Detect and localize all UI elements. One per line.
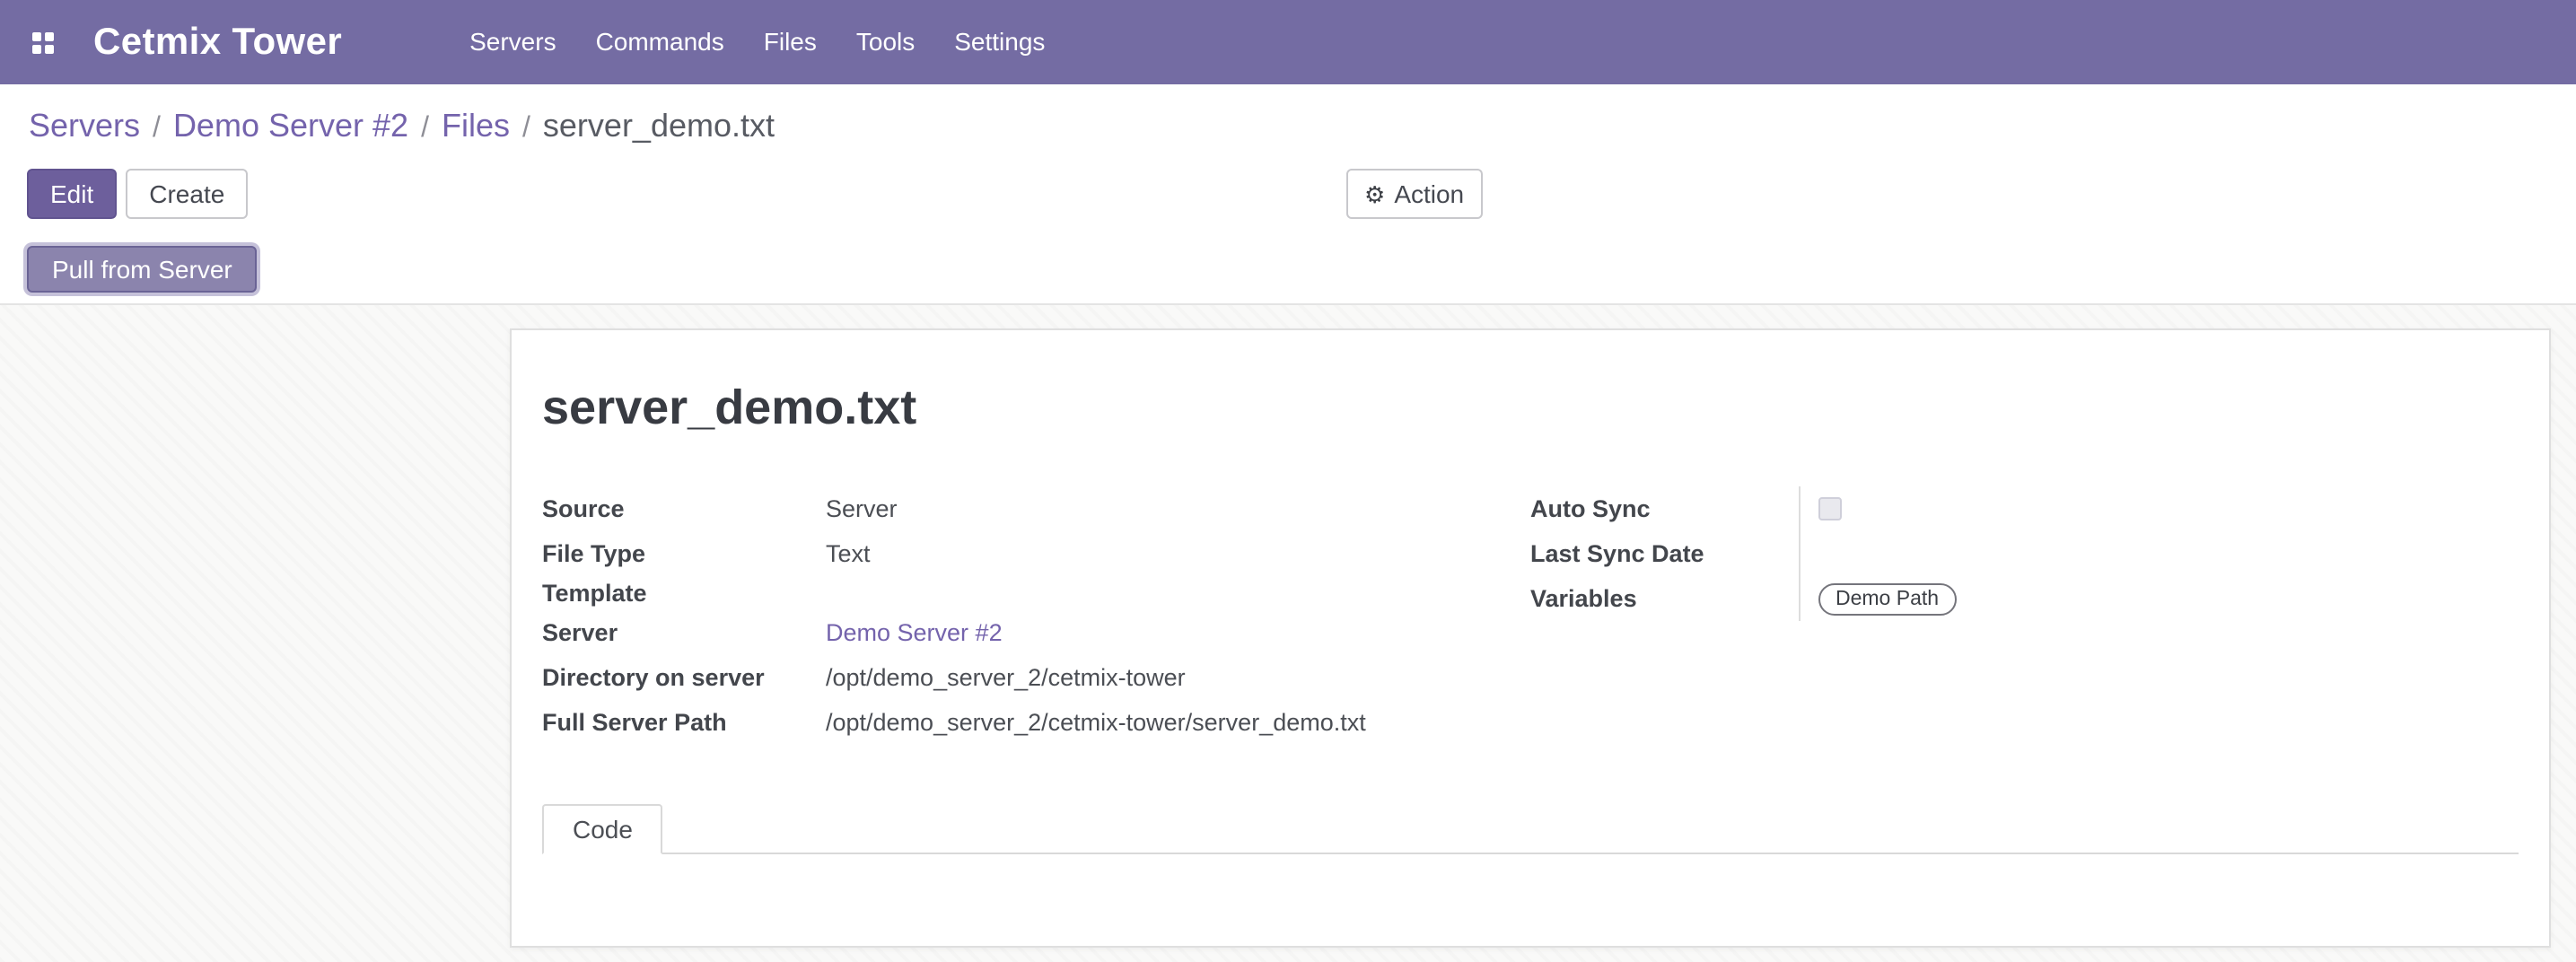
brand-title[interactable]: Cetmix Tower	[93, 21, 342, 64]
server-record-link[interactable]: Demo Server #2	[826, 619, 1003, 646]
field-label: File Type	[542, 531, 826, 576]
field-row-file-type: File Type Text	[542, 531, 1530, 576]
object-buttons-row: Pull from Server	[0, 246, 2576, 294]
field-value: Demo Path	[1798, 576, 2519, 621]
field-label: Auto Sync	[1530, 486, 1798, 531]
field-row-directory: Directory on server /opt/demo_server_2/c…	[542, 655, 1530, 700]
menu-item-files[interactable]: Files	[744, 0, 837, 84]
top-navbar: Cetmix Tower Servers Commands Files Tool…	[0, 0, 2576, 84]
field-label: Template	[542, 576, 826, 610]
action-menu-label: Action	[1394, 178, 1464, 210]
field-row-template: Template	[542, 576, 1530, 610]
tab-code[interactable]: Code	[542, 804, 663, 854]
edit-button[interactable]: Edit	[27, 169, 117, 219]
record-title: server_demo.txt	[542, 377, 2519, 438]
field-value: Text	[826, 531, 871, 576]
field-row-full-path: Full Server Path /opt/demo_server_2/cetm…	[542, 700, 1530, 745]
field-value: /opt/demo_server_2/cetmix-tower/server_d…	[826, 700, 1366, 745]
field-label: Server	[542, 610, 826, 655]
apps-grid-icon	[32, 31, 54, 53]
control-panel-buttons: Edit Create ⚙ Action	[0, 169, 2576, 219]
notebook-tabs: Code	[542, 804, 2519, 854]
menu-item-tools[interactable]: Tools	[837, 0, 934, 84]
breadcrumb-separator: /	[510, 113, 543, 144]
field-value: /opt/demo_server_2/cetmix-tower	[826, 655, 1186, 700]
page: Cetmix Tower Servers Commands Files Tool…	[0, 0, 2576, 962]
form-sheet: server_demo.txt Source Server File Type …	[510, 328, 2551, 948]
pull-from-server-button[interactable]: Pull from Server	[27, 246, 258, 293]
field-row-server: Server Demo Server #2	[542, 610, 1530, 655]
field-row-auto-sync: Auto Sync	[1530, 486, 2519, 531]
field-value	[1798, 486, 2519, 531]
code-tab-content	[542, 854, 2519, 946]
field-row-last-sync-date: Last Sync Date	[1530, 531, 2519, 576]
menu-item-settings[interactable]: Settings	[934, 0, 1065, 84]
breadcrumb-link-files[interactable]: Files	[442, 108, 510, 144]
apps-menu-button[interactable]	[18, 21, 68, 64]
menu-item-servers[interactable]: Servers	[450, 0, 575, 84]
form-view-background: server_demo.txt Source Server File Type …	[0, 303, 2576, 962]
field-groups: Source Server File Type Text Template	[542, 486, 2519, 745]
field-label: Source	[542, 486, 826, 531]
field-group-left: Source Server File Type Text Template	[542, 486, 1530, 745]
breadcrumb-separator: /	[408, 113, 442, 144]
field-label: Last Sync Date	[1530, 531, 1798, 576]
control-panel: Servers/Demo Server #2/Files/server_demo…	[0, 84, 2576, 303]
field-value: Demo Server #2	[826, 610, 1003, 655]
breadcrumb-link-demo-server-2[interactable]: Demo Server #2	[173, 108, 408, 144]
app-window: Cetmix Tower Servers Commands Files Tool…	[0, 0, 2576, 962]
menu-item-commands[interactable]: Commands	[576, 0, 744, 84]
auto-sync-checkbox[interactable]	[1818, 497, 1841, 520]
field-group-right: Auto Sync Last Sync Date Variables	[1530, 486, 2519, 745]
field-label: Variables	[1530, 576, 1798, 621]
gear-icon: ⚙	[1364, 182, 1385, 206]
breadcrumb-separator: /	[140, 113, 173, 144]
field-row-source: Source Server	[542, 486, 1530, 531]
field-label: Directory on server	[542, 655, 826, 700]
breadcrumb-link-servers[interactable]: Servers	[29, 108, 140, 144]
breadcrumb-current: server_demo.txt	[543, 108, 775, 144]
field-row-variables: Variables Demo Path	[1530, 576, 2519, 621]
field-value: Server	[826, 486, 898, 531]
breadcrumb: Servers/Demo Server #2/Files/server_demo…	[0, 84, 2576, 153]
field-label: Full Server Path	[542, 700, 826, 745]
field-value	[1798, 531, 2519, 576]
action-menu-button[interactable]: ⚙ Action	[1346, 169, 1482, 219]
top-menu: Servers Commands Files Tools Settings	[450, 0, 1065, 84]
variable-tag: Demo Path	[1818, 582, 1957, 615]
create-button[interactable]: Create	[126, 169, 248, 219]
